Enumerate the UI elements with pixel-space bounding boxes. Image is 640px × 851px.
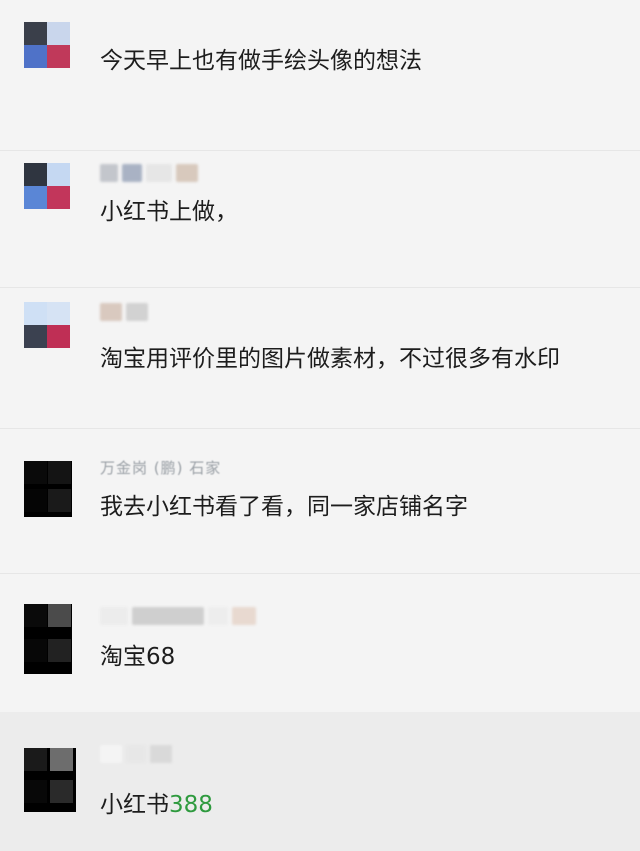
sender-name	[100, 606, 256, 626]
message-text: 小红书上做，	[100, 199, 238, 225]
message-text: 淘宝用评价里的图片做素材，不过很多有水印	[100, 346, 560, 372]
message-text: 我去小红书看了看，同一家店铺名字	[100, 494, 468, 520]
avatar[interactable]	[24, 461, 72, 517]
avatar[interactable]	[24, 163, 70, 209]
price-number: 388	[169, 792, 213, 818]
message-text: 小红书388	[100, 790, 213, 820]
chat-message[interactable]: 淘宝用评价里的图片做素材，不过很多有水印	[0, 288, 640, 428]
chat-message[interactable]: 小红书上做，	[0, 151, 640, 287]
chat-message[interactable]: 淘宝68	[0, 574, 640, 712]
avatar[interactable]	[24, 604, 72, 674]
avatar[interactable]	[24, 748, 76, 812]
chat-message[interactable]: 小红书388	[0, 712, 640, 851]
chat-list: 今天早上也有做手绘头像的想法 小红书上做， 淘宝用评价里的图片做素材，不过很多有…	[0, 0, 640, 851]
message-text-prefix: 小红书	[100, 792, 169, 818]
sender-name	[100, 744, 172, 764]
avatar[interactable]	[24, 22, 70, 68]
avatar[interactable]	[24, 302, 70, 348]
sender-name: 万金岗 (鹏) 石家	[100, 459, 222, 477]
chat-message[interactable]: 今天早上也有做手绘头像的想法	[0, 0, 640, 150]
message-text: 今天早上也有做手绘头像的想法	[100, 48, 422, 74]
sender-name	[100, 302, 148, 322]
chat-message[interactable]: 万金岗 (鹏) 石家 我去小红书看了看，同一家店铺名字	[0, 429, 640, 573]
sender-name	[100, 163, 198, 183]
message-text: 淘宝68	[100, 644, 176, 670]
